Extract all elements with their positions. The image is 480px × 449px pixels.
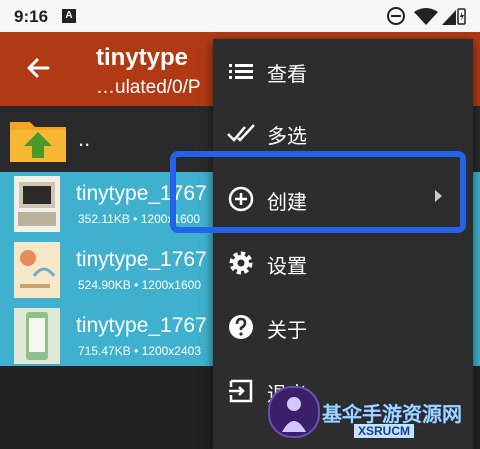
back-arrow-icon[interactable] (22, 52, 54, 84)
help-circle-icon (227, 313, 255, 341)
menu-item-settings[interactable]: 设置 (213, 231, 473, 293)
signal-icon (442, 10, 456, 25)
file-size: 524.90KB (78, 278, 131, 292)
meta-separator: • (134, 344, 139, 358)
app-title: tinytype (96, 44, 189, 71)
menu-item-label: 设置 (267, 256, 307, 278)
menu-item-label: 多选 (267, 126, 307, 148)
list-icon (227, 57, 255, 85)
file-dimensions: 1200x1600 (141, 278, 201, 292)
status-icons (386, 6, 466, 26)
menu-item-label: 查看 (267, 64, 307, 86)
thumbnail-poster-icon (14, 242, 60, 298)
file-size: 715.47KB (78, 344, 131, 358)
file-meta: 715.47KB • 1200x2403 (78, 344, 201, 358)
meta-separator: • (134, 278, 139, 292)
gear-icon (227, 249, 255, 277)
watermark-text: 基伞手游资源网 (322, 404, 462, 426)
file-name: tinytype_1767 (76, 248, 207, 271)
double-check-icon (227, 119, 255, 147)
parent-folder-label: .. (78, 126, 91, 151)
file-dimensions: 1200x2403 (141, 344, 201, 358)
file-meta: 524.90KB • 1200x1600 (78, 278, 201, 292)
menu-item-view[interactable]: 查看 (213, 39, 473, 101)
folder-up-icon (8, 116, 68, 169)
file-size: 352.11KB (78, 212, 130, 226)
exit-icon (227, 377, 255, 405)
overflow-menu: 查看 多选 创建 设置 关于 (213, 39, 473, 449)
thumbnail-computer-icon (14, 176, 60, 232)
file-name: tinytype_1767 (76, 314, 207, 337)
highlight-box (170, 151, 466, 233)
wifi-icon (414, 8, 438, 25)
status-bar: 9:16 A (0, 0, 480, 32)
watermark-subtext: XSRUCM (354, 424, 415, 438)
menu-item-about[interactable]: 关于 (213, 295, 473, 357)
current-path: …ulated/0/P (96, 77, 201, 98)
menu-item-label: 关于 (267, 320, 307, 342)
dnd-icon (387, 7, 405, 25)
notification-badge-icon: A (62, 9, 76, 23)
thumbnail-phone-icon (14, 308, 60, 364)
meta-separator: • (133, 212, 138, 226)
status-time: 9:16 (14, 7, 49, 26)
watermark-logo (268, 386, 320, 438)
